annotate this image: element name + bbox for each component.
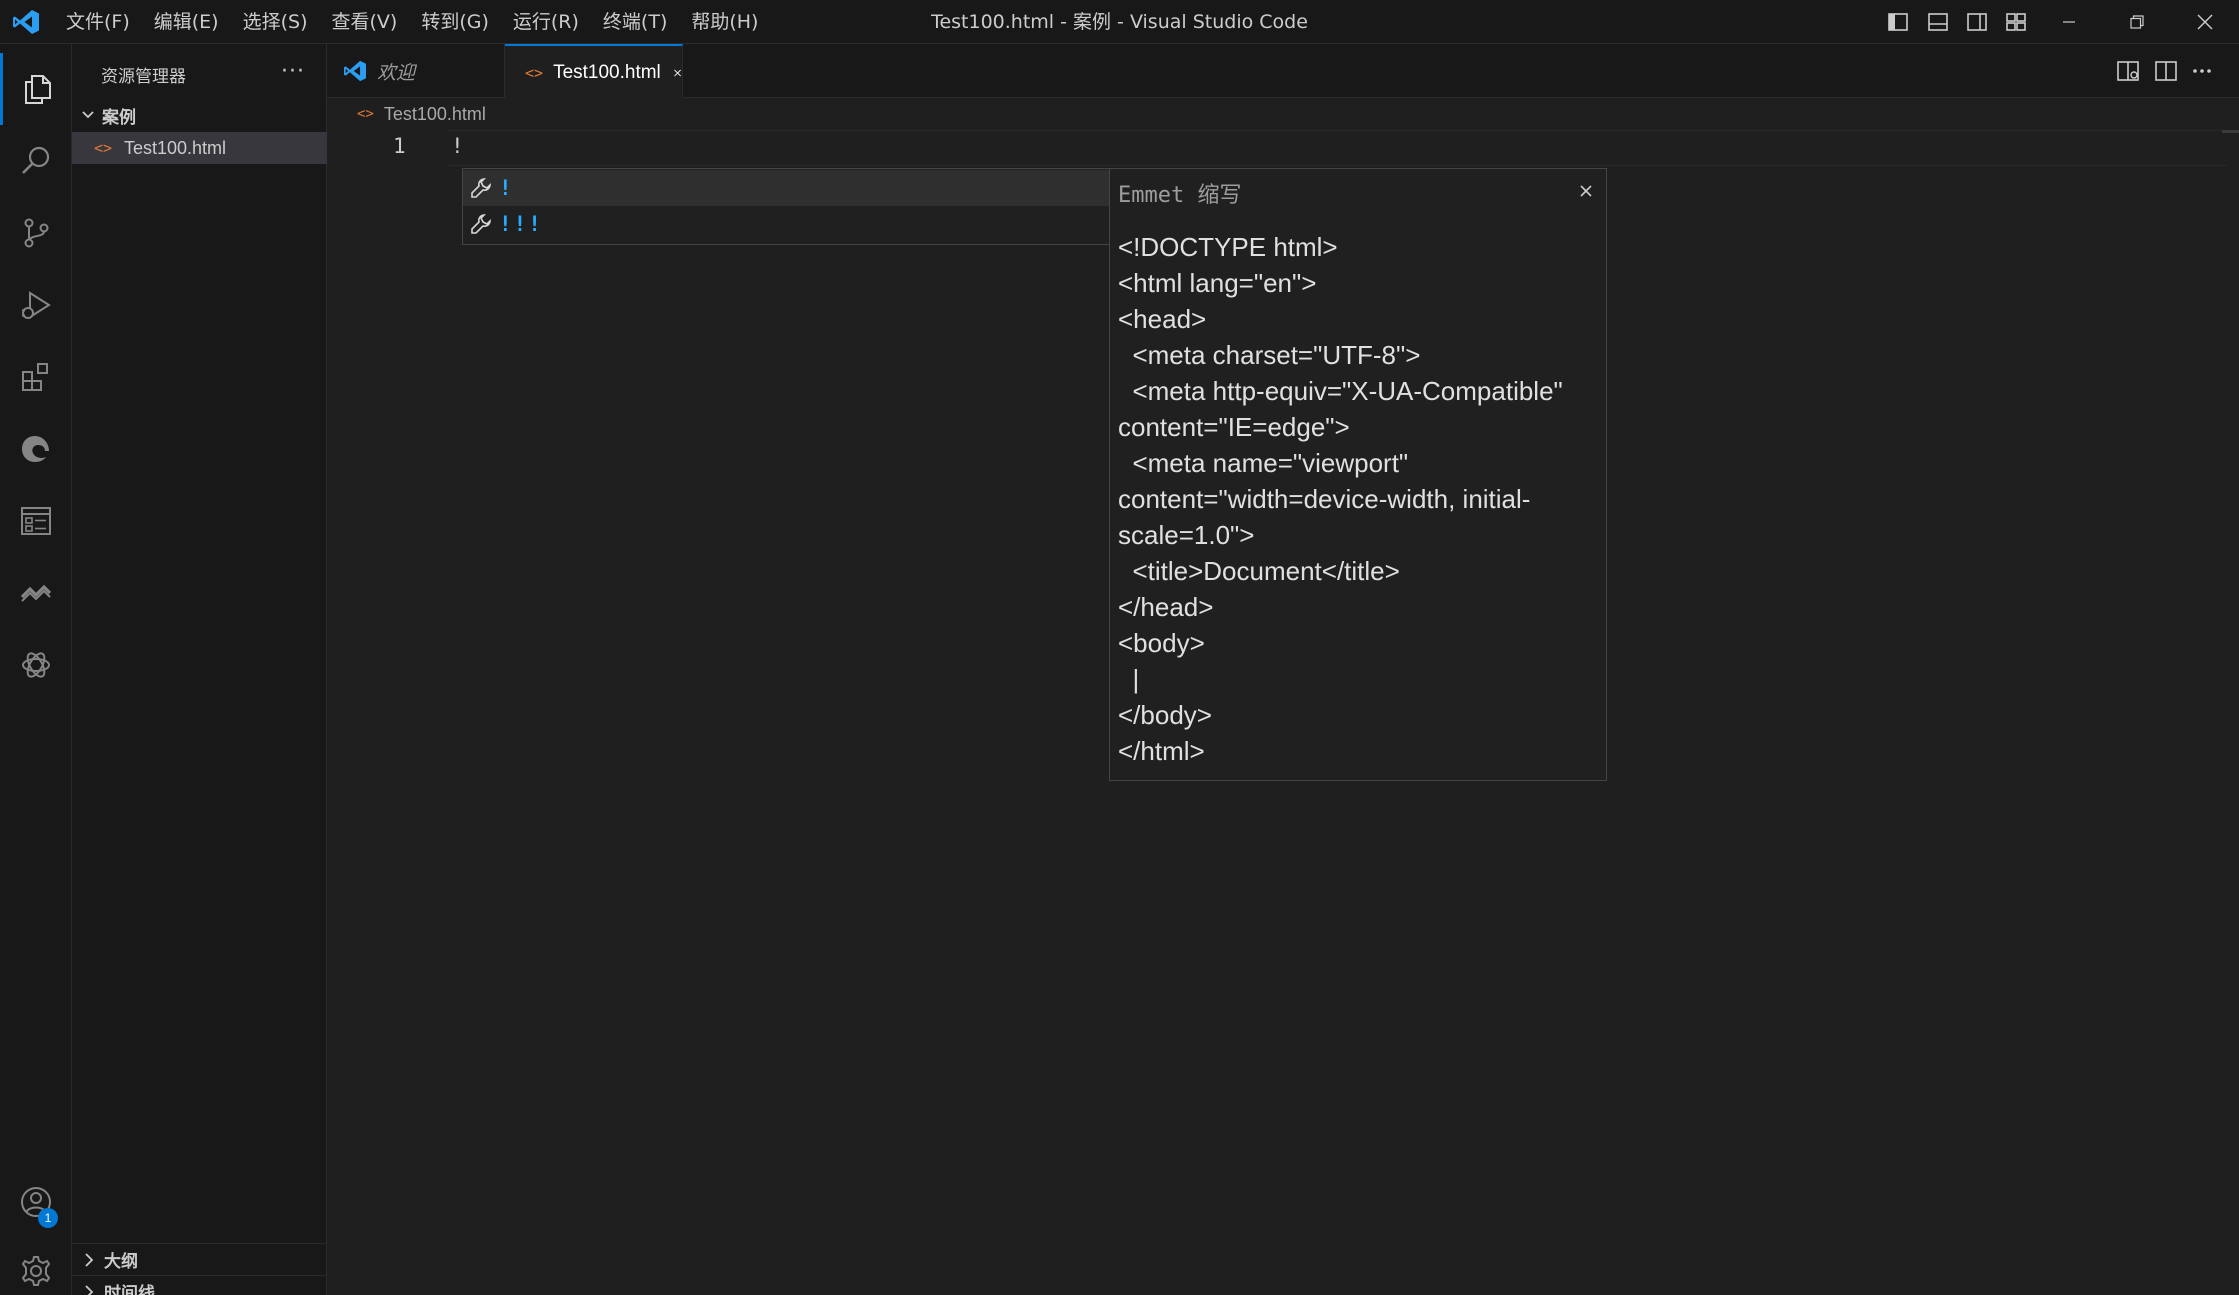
folder-label: 案例 [102, 107, 136, 128]
accounts-badge: 1 [38, 1208, 58, 1228]
sidebar-title: 资源管理器 [101, 67, 186, 87]
minimize-button[interactable] [2036, 0, 2102, 44]
vscode-icon [344, 60, 366, 82]
close-icon[interactable] [673, 64, 682, 82]
vscode-logo-icon [13, 10, 39, 34]
breadcrumb-file[interactable]: Test100.html [384, 104, 486, 125]
suggestion-label: ! [499, 176, 514, 200]
file-test100[interactable]: <> Test100.html [72, 132, 327, 164]
more-actions-icon[interactable]: ··· [278, 56, 308, 86]
customize-layout-icon[interactable] [2004, 10, 2028, 34]
tab-test100-label: Test100.html [553, 61, 661, 83]
tab-welcome[interactable]: 欢迎 [327, 44, 505, 98]
run-debug-icon [21, 291, 51, 319]
close-icon[interactable] [1576, 181, 1596, 201]
search-icon [22, 146, 50, 174]
chevron-right-icon [85, 1252, 94, 1267]
toggle-secondary-sidebar-icon[interactable] [1965, 10, 1989, 34]
activity-accounts[interactable]: 1 [0, 1166, 72, 1238]
activity-chatgpt[interactable] [0, 629, 72, 701]
open-preview-icon[interactable] [2115, 58, 2141, 84]
line-number: 1 [393, 134, 406, 158]
html-file-icon: <> [94, 139, 113, 157]
wrench-icon [471, 214, 491, 234]
outline-label: 大纲 [104, 1252, 138, 1272]
menu-go[interactable]: 转到(G) [409, 0, 501, 44]
menu-help[interactable]: 帮助(H) [679, 0, 770, 44]
sidebar-header: 资源管理器 ··· [72, 44, 327, 98]
activity-run-debug[interactable] [0, 269, 72, 341]
activity-source-control[interactable] [0, 197, 72, 269]
suggestion-label: !!! [499, 212, 543, 236]
details-title: Emmet 缩写 [1118, 183, 1242, 208]
live-share-icon [20, 584, 52, 602]
extensions-icon [22, 363, 48, 391]
title-bar: 文件(F) 编辑(E) 选择(S) 查看(V) 转到(G) 运行(R) 终端(T… [0, 0, 2239, 44]
activity-remote-explorer[interactable] [0, 485, 72, 557]
menu-selection[interactable]: 选择(S) [231, 0, 320, 44]
toggle-primary-sidebar-icon[interactable] [1886, 10, 1910, 34]
menu-bar: 文件(F) 编辑(E) 选择(S) 查看(V) 转到(G) 运行(R) 终端(T… [54, 0, 770, 44]
explorer-icon [24, 75, 51, 104]
restore-icon [2130, 15, 2144, 29]
timeline-label: 时间线 [104, 1284, 155, 1295]
source-control-icon [24, 218, 49, 248]
folder-case[interactable]: 案例 [72, 100, 327, 130]
scrollbar-marker[interactable] [2222, 130, 2239, 133]
html-file-icon: <> [525, 63, 544, 82]
toggle-panel-icon[interactable] [1926, 10, 1950, 34]
breadcrumb[interactable]: <> Test100.html [327, 98, 2239, 130]
menu-run[interactable]: 运行(R) [501, 0, 591, 44]
tab-test100[interactable]: <> Test100.html [505, 44, 683, 99]
current-line-highlight [447, 130, 2227, 166]
explorer-sidebar: 资源管理器 ··· 案例 <> Test100.html 大纲 时间线 [72, 44, 327, 1295]
restore-button[interactable] [2104, 0, 2170, 44]
chevron-down-icon [82, 111, 94, 119]
split-editor-icon[interactable] [2153, 58, 2179, 84]
gear-icon [21, 1256, 51, 1286]
activity-live-share[interactable] [0, 557, 72, 629]
activity-extensions[interactable] [0, 341, 72, 413]
activity-bar: 1 [0, 44, 72, 1295]
suggest-widget: ! !!! [462, 168, 1110, 245]
activity-manage[interactable] [0, 1235, 72, 1295]
wrench-icon [471, 178, 491, 198]
suggest-details-panel: Emmet 缩写 <!DOCTYPE html> <html lang="en"… [1109, 168, 1607, 781]
activity-explorer[interactable] [0, 53, 72, 125]
minimize-icon [2063, 21, 2075, 23]
activity-search[interactable] [0, 125, 72, 197]
menu-terminal[interactable]: 终端(T) [591, 0, 679, 44]
menu-view[interactable]: 查看(V) [320, 0, 410, 44]
chatgpt-icon [22, 652, 50, 678]
outline-section[interactable]: 大纲 [72, 1243, 327, 1275]
menu-edit[interactable]: 编辑(E) [142, 0, 231, 44]
menu-file[interactable]: 文件(F) [54, 0, 142, 44]
timeline-section[interactable]: 时间线 [72, 1275, 327, 1295]
more-actions-icon[interactable] [2189, 58, 2215, 84]
details-documentation: <!DOCTYPE html> <html lang="en"> <head> … [1118, 232, 1563, 766]
chevron-right-icon [85, 1284, 94, 1295]
suggestion-item[interactable]: !!! [463, 206, 1109, 242]
file-label: Test100.html [124, 137, 227, 158]
code-line[interactable]: ! [451, 134, 464, 158]
tab-bar: 欢迎 <> Test100.html [327, 44, 2239, 99]
edge-icon [22, 436, 49, 462]
close-window-button[interactable] [2172, 0, 2238, 44]
tab-welcome-label: 欢迎 [377, 61, 416, 84]
suggestion-item[interactable]: ! [463, 170, 1109, 206]
remote-explorer-icon [21, 507, 51, 535]
html-file-icon: <> [357, 106, 374, 122]
close-icon [2197, 14, 2213, 30]
activity-edge[interactable] [0, 413, 72, 485]
